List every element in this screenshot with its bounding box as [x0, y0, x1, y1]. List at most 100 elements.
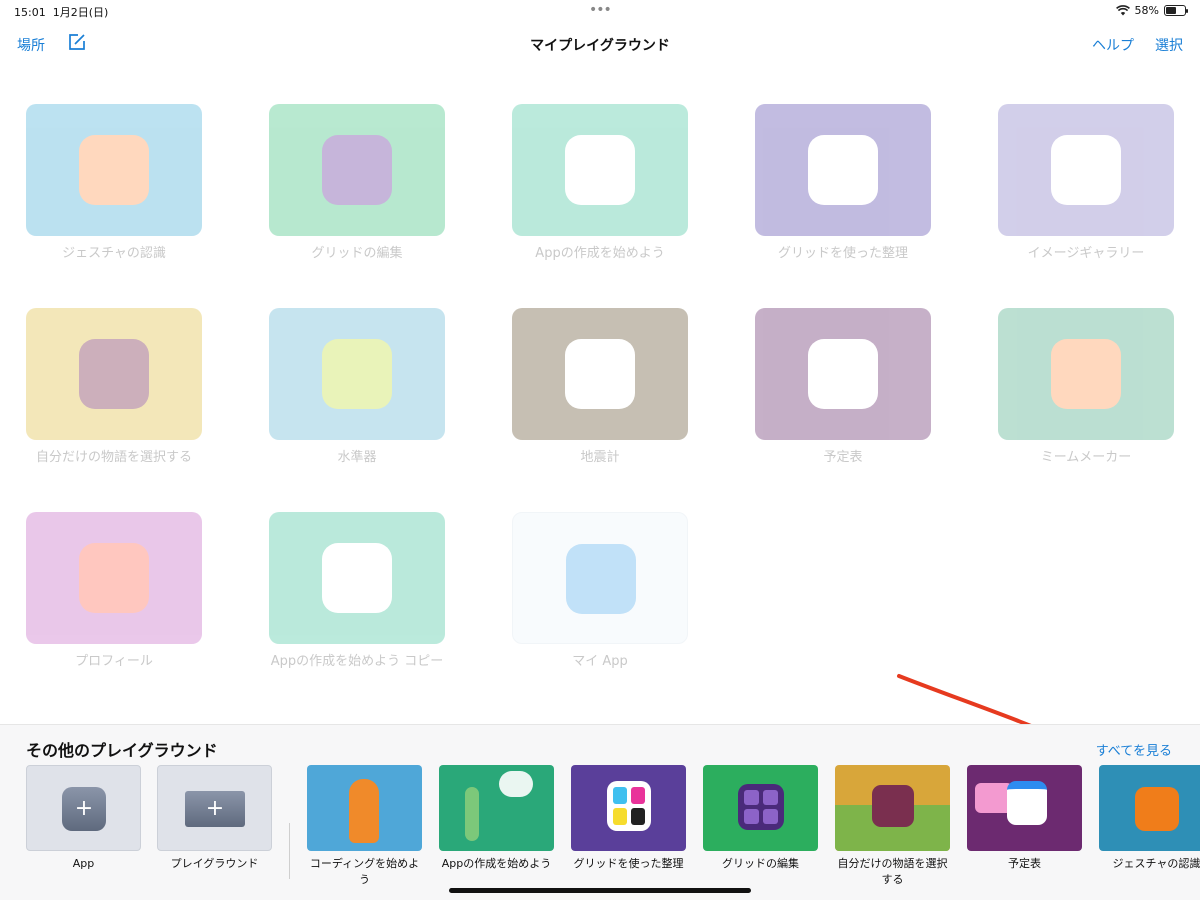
calendar-icon — [1007, 781, 1047, 825]
playground-card[interactable]: Appの作成を始めよう — [512, 104, 688, 261]
playground-thumbnail — [755, 104, 931, 236]
tile-label: Appの作成を始めよう — [441, 857, 552, 870]
tile-thumbnail — [1099, 765, 1200, 851]
grid-apps-icon — [322, 135, 392, 205]
playground-thumbnail — [26, 308, 202, 440]
tile-label: ジェスチャの認識 — [1112, 857, 1200, 870]
playground-card[interactable]: ミームメーカー — [998, 308, 1174, 465]
person-icon — [79, 543, 149, 613]
more-playgrounds-row: + App + プレイグラウンド コーディングを始めよう Appの作成を始めよう — [0, 765, 1200, 901]
playground-card[interactable]: 地震計 — [512, 308, 688, 465]
color-grid-icon — [607, 781, 651, 831]
playground-thumbnail — [998, 308, 1174, 440]
color-grid-icon — [808, 135, 878, 205]
playground-tile[interactable]: 自分だけの物語を選択する — [835, 765, 950, 888]
tile-label: コーディングを始めよう — [309, 857, 420, 886]
playground-card[interactable]: イメージギャラリー — [998, 104, 1174, 261]
playground-card[interactable]: 水準器 — [269, 308, 445, 465]
tile-thumbnail — [967, 765, 1082, 851]
calculator-icon — [566, 544, 636, 614]
character-icon — [465, 787, 479, 841]
status-bar: 15:01 1月2日(日) ••• 58% — [0, 0, 1200, 22]
playground-label: イメージギャラリー — [1027, 246, 1145, 261]
playground-thumbnail — [512, 104, 688, 236]
calendar-icon — [808, 339, 878, 409]
character-icon — [565, 135, 635, 205]
hand-tap-icon — [79, 135, 149, 205]
playground-card[interactable]: プロフィール — [26, 512, 202, 669]
playground-thumbnail — [269, 104, 445, 236]
battery-percent: 58% — [1134, 4, 1159, 17]
tile-thumbnail — [835, 765, 950, 851]
playground-label: ジェスチャの認識 — [62, 246, 166, 261]
playground-thumbnail — [26, 104, 202, 236]
hand-tap-icon — [1135, 787, 1179, 831]
status-time: 15:01 1月2日(日) — [14, 6, 109, 19]
playground-card[interactable]: グリッドを使った整理 — [755, 104, 931, 261]
playground-tile[interactable]: コーディングを始めよう — [307, 765, 422, 888]
level-icon — [322, 339, 392, 409]
plus-icon: + — [62, 787, 106, 831]
gallery-grid-icon — [1051, 135, 1121, 205]
tile-label: グリッドを使った整理 — [573, 857, 684, 870]
story-book-icon — [79, 339, 149, 409]
tile-thumbnail — [307, 765, 422, 851]
playground-card[interactable]: グリッドの編集 — [269, 104, 445, 261]
page-title: マイプレイグラウンド — [530, 38, 670, 54]
battery-icon — [1164, 5, 1188, 16]
playground-label: 自分だけの物語を選択する — [35, 450, 192, 465]
playground-label: Appの作成を始めよう コピー — [270, 654, 444, 669]
status-right: 58% — [1115, 4, 1188, 17]
playground-card[interactable]: マイ App — [512, 512, 688, 669]
playground-label: グリッドの編集 — [311, 246, 403, 261]
playground-label: マイ App — [572, 654, 628, 669]
tile-label: プレイグラウンド — [170, 857, 259, 870]
playground-thumbnail — [26, 512, 202, 644]
divider — [289, 823, 290, 879]
select-button[interactable]: 選択 — [1155, 35, 1183, 55]
playground-thumbnail — [512, 512, 688, 644]
playground-tile[interactable]: グリッドの編集 — [703, 765, 818, 872]
character-icon — [322, 543, 392, 613]
playground-label: グリッドを使った整理 — [777, 246, 908, 261]
playground-tile[interactable]: ジェスチャの認識 — [1099, 765, 1200, 872]
playground-thumbnail — [998, 104, 1174, 236]
see-all-link[interactable]: すべてを見る — [1096, 740, 1172, 759]
wifi-icon — [1115, 5, 1130, 16]
playground-thumbnail — [512, 308, 688, 440]
tile-thumbnail — [571, 765, 686, 851]
playground-tile[interactable]: 予定表 — [967, 765, 1082, 872]
tile-label: 自分だけの物語を選択する — [837, 857, 948, 886]
playground-label: プロフィール — [75, 654, 153, 669]
home-indicator[interactable] — [449, 888, 751, 893]
playground-label: 予定表 — [823, 450, 863, 465]
playground-label: Appの作成を始めよう — [535, 246, 665, 261]
tile-thumbnail — [703, 765, 818, 851]
tile-label: App — [72, 857, 95, 870]
playground-thumbnail — [755, 308, 931, 440]
new-playground-button[interactable]: + プレイグラウンド — [157, 765, 272, 872]
panda-icon — [1051, 339, 1121, 409]
tile-label: 予定表 — [1008, 857, 1041, 870]
playground-card[interactable]: Appの作成を始めよう コピー — [269, 512, 445, 669]
playground-card[interactable]: 自分だけの物語を選択する — [26, 308, 202, 465]
tile-label: グリッドの編集 — [722, 857, 799, 870]
thought-bubble-icon — [499, 771, 533, 797]
multitasking-dots[interactable]: ••• — [589, 2, 612, 18]
playground-label: 水準器 — [337, 450, 377, 465]
help-button[interactable]: ヘルプ — [1092, 35, 1134, 55]
playground-thumbnail — [269, 308, 445, 440]
seismograph-icon — [565, 339, 635, 409]
more-playgrounds-title: その他のプレイグラウンド — [26, 741, 218, 760]
navigation-bar: 場所 マイプレイグラウンド ヘルプ 選択 — [0, 28, 1200, 58]
playground-card[interactable]: 予定表 — [755, 308, 931, 465]
story-book-icon — [872, 785, 914, 827]
new-app-button[interactable]: + App — [26, 765, 141, 872]
more-playgrounds-panel: その他のプレイグラウンド すべてを見る + App + プレイグラウンド コーデ… — [0, 724, 1200, 900]
playground-thumbnail — [269, 512, 445, 644]
playground-tile[interactable]: グリッドを使った整理 — [571, 765, 686, 872]
playground-label: ミームメーカー — [1040, 450, 1132, 465]
playground-card[interactable]: ジェスチャの認識 — [26, 104, 202, 261]
playground-tile[interactable]: Appの作成を始めよう — [439, 765, 554, 872]
character-icon — [349, 779, 379, 843]
